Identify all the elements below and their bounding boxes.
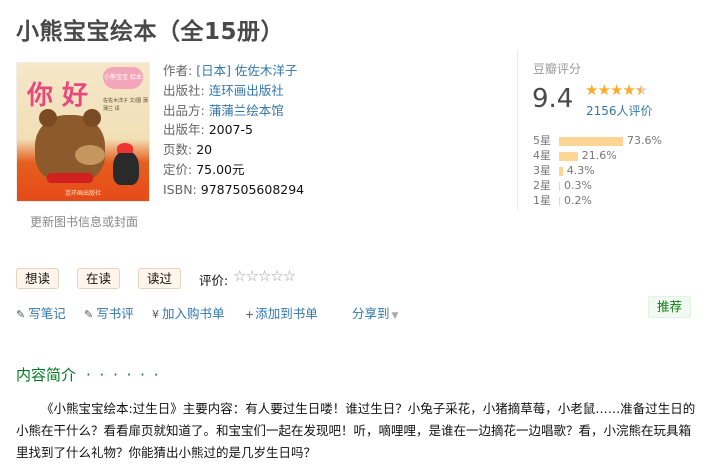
update-book-info-link[interactable]: 更新图书信息或封面 <box>30 213 138 230</box>
pages-label: 页数: <box>163 142 193 158</box>
pencil-icon: ✎ <box>84 308 94 321</box>
author-label: 作者: <box>163 63 193 78</box>
price-label: 定价: <box>163 161 193 177</box>
rating-dist-label: 2星 <box>533 179 551 192</box>
year-value: 2007-5 <box>208 122 253 138</box>
rating-title: 豆瓣评分 <box>533 62 582 76</box>
rating-dist-percent: 73.6% <box>627 134 662 147</box>
publisher-label: 出版社: <box>163 82 205 98</box>
rating-dist-row: 4星 21.6% <box>533 148 662 163</box>
have-read-button[interactable]: 读过 <box>138 268 182 289</box>
rate-stars-input[interactable]: ☆☆☆☆☆ <box>233 267 296 285</box>
scarf-illustration <box>47 173 93 183</box>
rating-votes-link[interactable]: 2156人评价 <box>586 102 653 119</box>
want-to-read-button[interactable]: 想读 <box>16 268 60 289</box>
rating-dist-bar <box>559 136 623 146</box>
rating-dist-label: 4星 <box>533 149 551 162</box>
rating-dist-row: 5星 73.6% <box>533 133 662 148</box>
summary-text: 《小熊宝宝绘本:过生日》主要内容：有人要过生日喽！谁过生日？小兔子采花，小猪摘草… <box>16 401 696 460</box>
info-isbn-row: ISBN: 9787505608294 <box>163 180 304 200</box>
rate-label: 评价: <box>199 273 229 288</box>
recommend-button[interactable]: 推荐 <box>648 296 691 318</box>
cover-publisher-mark: 连环画出版社 <box>64 190 101 197</box>
rating-dist-label: 3星 <box>533 164 551 177</box>
producer-link[interactable]: 蒲蒲兰绘本馆 <box>209 103 284 118</box>
rating-distribution: 5星 73.6% 4星 21.6% 3星 4.3% 2星 0.3% 1星 0.2% <box>533 133 662 208</box>
rating-dist-percent: 21.6% <box>581 149 617 162</box>
rating-dist-bar <box>559 196 560 206</box>
book-page: 小熊宝宝绘本（全15册） 你 好 小熊宝宝 绘本 佐佐木洋子 文/图 蒲蒲兰 译… <box>0 0 717 471</box>
rating-dist-label: 5星 <box>533 134 551 147</box>
book-cover-image[interactable]: 你 好 小熊宝宝 绘本 佐佐木洋子 文/图 蒲蒲兰 译 连环画出版社 <box>16 62 150 202</box>
add-to-booklist-label: 添加到书单 <box>255 306 318 321</box>
chevron-down-icon: ▼ <box>391 311 399 321</box>
plus-icon: + <box>245 308 255 321</box>
share-dropdown[interactable]: 分享到 ▼ <box>352 303 398 322</box>
author-link[interactable]: [日本] 佐佐木洋子 <box>196 63 297 78</box>
write-review-label: 写书评 <box>96 306 134 321</box>
reading-button[interactable]: 在读 <box>77 268 121 289</box>
yen-icon: ¥ <box>152 308 159 321</box>
page-title: 小熊宝宝绘本（全15册） <box>16 19 285 45</box>
write-note-label: 写笔记 <box>28 306 66 321</box>
info-year-row: 出版年: 2007-5 <box>163 120 304 140</box>
rating-dist-bar <box>559 151 578 161</box>
isbn-value: 9787505608294 <box>200 181 305 197</box>
summary-section-heading: 内容简介 · · · · · · <box>16 364 160 385</box>
rating-dist-label: 1星 <box>533 194 551 207</box>
rating-divider <box>517 50 518 210</box>
producer-label: 出品方: <box>163 102 205 118</box>
year-label: 出版年: <box>163 122 205 138</box>
info-price-row: 定价: 75.00元 <box>163 160 304 180</box>
rating-dist-percent: 0.2% <box>564 194 592 207</box>
add-to-booklist-link[interactable]: +添加到书单 <box>245 303 318 322</box>
mole-illustration <box>113 143 139 185</box>
write-review-link[interactable]: ✎ 写书评 <box>84 303 134 322</box>
book-info: 作者: [日本] 佐佐木洋子 出版社: 连环画出版社 出品方: 蒲蒲兰绘本馆 出… <box>163 61 304 200</box>
rating-dist-bar <box>559 181 560 191</box>
publisher-link[interactable]: 连环画出版社 <box>209 83 284 98</box>
rating-dist-bar <box>559 166 563 176</box>
section-dots: · · · · · · <box>86 366 161 384</box>
pencil-icon: ✎ <box>16 308 26 321</box>
rating-dist-percent: 0.3% <box>564 179 592 192</box>
cover-small-text: 佐佐木洋子 文/图 蒲蒲兰 译 <box>103 98 148 112</box>
rating-dist-row: 1星 0.2% <box>533 193 662 208</box>
cover-big-text: 你 好 <box>27 81 89 111</box>
add-to-cart-label: 加入购书单 <box>162 306 225 321</box>
pages-value: 20 <box>196 142 213 158</box>
info-pages-row: 页数: 20 <box>163 140 304 160</box>
rating-dist-row: 3星 4.3% <box>533 163 662 178</box>
price-value: 75.00元 <box>196 161 245 177</box>
cover-badge: 小熊宝宝 绘本 <box>103 67 143 89</box>
isbn-label: ISBN: <box>163 181 197 197</box>
write-note-link[interactable]: ✎ 写笔记 <box>16 303 66 322</box>
rating-dist-row: 2星 0.3% <box>533 178 662 193</box>
add-to-cart-link[interactable]: ¥ 加入购书单 <box>152 303 225 322</box>
info-publisher-row: 出版社: 连环画出版社 <box>163 81 304 101</box>
rating-dist-percent: 4.3% <box>566 164 595 177</box>
rating-score: 9.4 <box>532 84 574 114</box>
share-label: 分享到 <box>352 306 390 321</box>
rating-stars-icon: ★★★★★ <box>585 81 648 99</box>
info-producer-row: 出品方: 蒲蒲兰绘本馆 <box>163 101 304 121</box>
info-author-row: 作者: [日本] 佐佐木洋子 <box>163 61 304 81</box>
summary-title: 内容简介 <box>16 366 77 384</box>
